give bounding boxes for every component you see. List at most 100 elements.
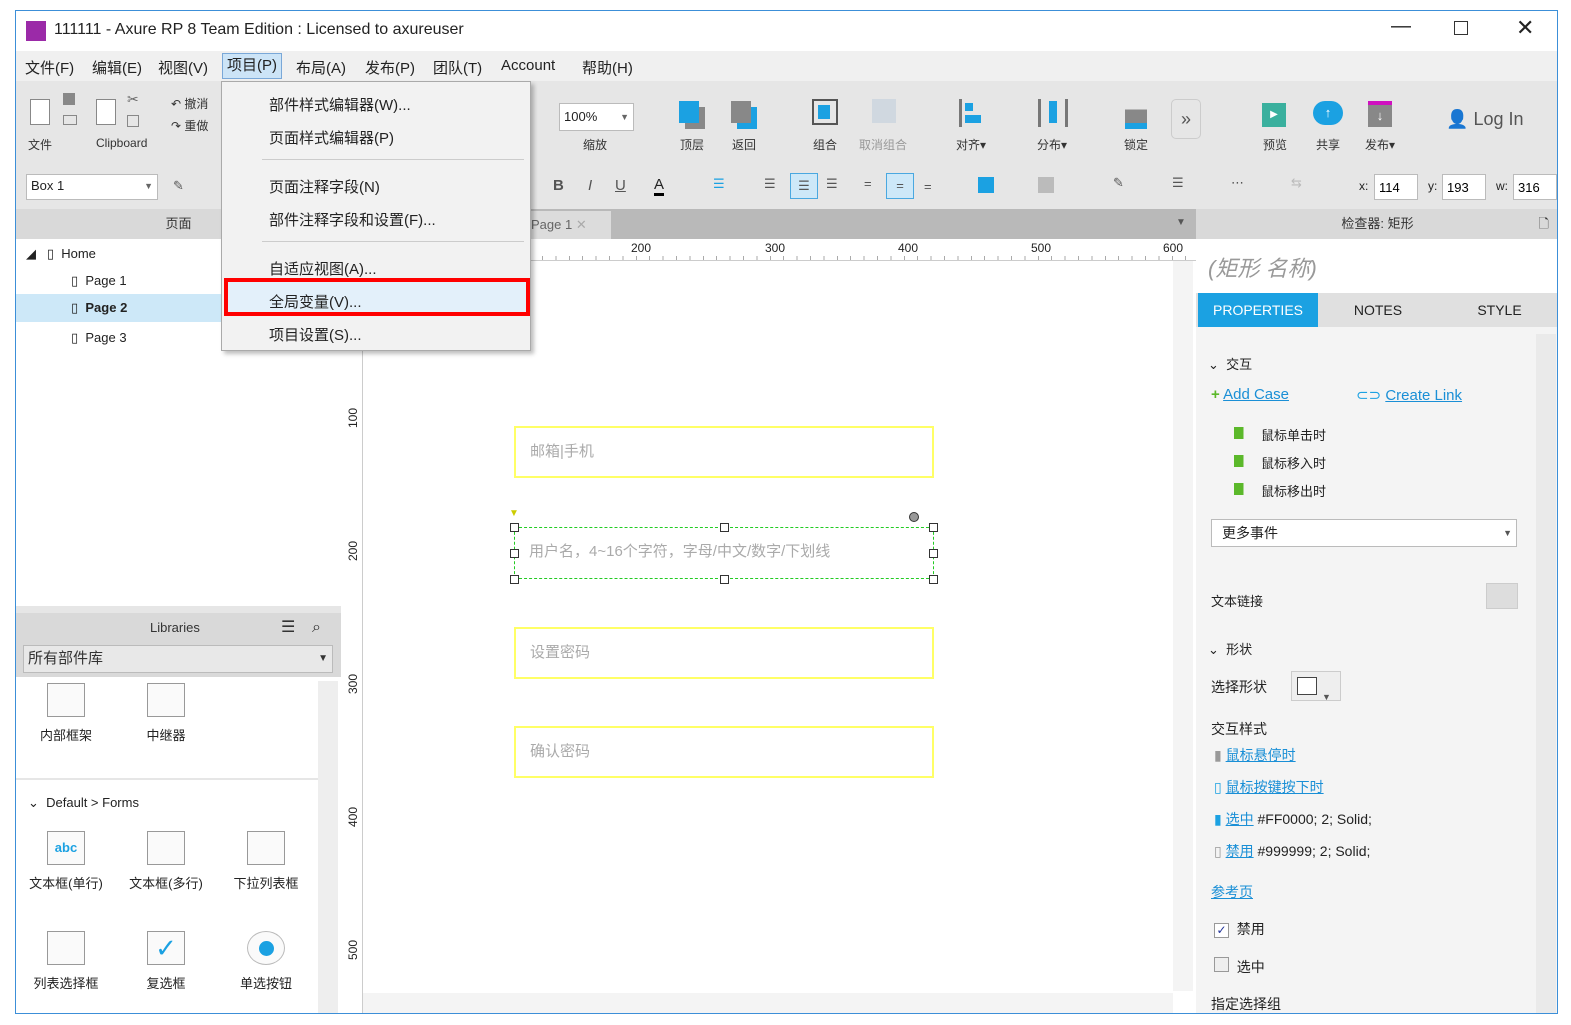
x-input[interactable] [1374,174,1418,200]
publish-icon[interactable]: ↓ [1368,101,1392,127]
bold-button[interactable]: B [553,177,564,194]
canvas-vertical-scrollbar[interactable] [1173,261,1193,991]
menu-item-global-variables[interactable]: 全局变量(V)... [269,291,362,312]
cut-icon[interactable]: ✂ [127,91,139,108]
shape-picker[interactable]: ▼ [1291,671,1341,702]
align-icon[interactable] [959,99,962,127]
event-onmouseenter[interactable]: 鼠标移入时 [1261,453,1326,472]
page-icon[interactable]: 🗋 [1539,209,1549,239]
resize-handle[interactable] [929,549,938,558]
shadow-button[interactable] [1038,177,1054,193]
resize-handle[interactable] [510,523,519,532]
selected-checkbox[interactable]: 选中 [1214,957,1265,977]
page-tree-item-page3[interactable]: ▯ Page 3 [71,330,127,346]
y-input[interactable] [1442,174,1486,200]
library-section-forms[interactable]: ⌄ Default > Forms [28,795,139,811]
menu-help[interactable]: 帮助(H) [582,57,633,78]
menu-item-page-style-editor[interactable]: 页面样式编辑器(P) [269,127,394,148]
library-item-repeater[interactable]: 中继器 [121,683,211,744]
shape-name-input[interactable]: (矩形 名称) [1196,239,1557,293]
zoom-select[interactable]: 100% ▼ [559,103,634,131]
login-button[interactable]: 👤 Log In [1446,109,1523,130]
line-style-button[interactable]: ⋯ [1231,175,1244,191]
share-cloud-icon[interactable]: ↑ [1313,101,1343,125]
resize-handle[interactable] [720,523,729,532]
tab-list-dropdown[interactable]: ▼ [1176,217,1186,228]
close-tab-icon[interactable]: ✕ [576,217,587,232]
inspector-scrollbar[interactable] [1536,334,1556,1013]
event-onmouseout[interactable]: 鼠标移出时 [1261,481,1326,500]
bring-to-front-icon[interactable] [679,101,699,123]
menu-item-widget-style-editor[interactable]: 部件样式编辑器(W)... [269,94,411,115]
align-left-icon[interactable]: ☰ [764,176,776,192]
menu-item-widget-note-fields[interactable]: 部件注释字段和设置(F)... [269,209,436,230]
align-center-icon[interactable]: ☰ [790,173,818,199]
valign-bottom-icon[interactable]: = [924,179,932,194]
style-mousedown[interactable]: ▯ 鼠标按键按下时 [1214,777,1324,797]
menu-file[interactable]: 文件(F) [25,57,74,78]
canvas-horizontal-scrollbar[interactable] [363,993,1173,1013]
lock-icon[interactable] [1125,99,1147,129]
corner-radius-handle[interactable]: ▼ [509,508,519,519]
confirm-password-box[interactable]: 确认密码 [514,726,934,778]
page-tree-item-page1[interactable]: ▯ Page 1 [71,273,127,289]
menu-item-project-settings[interactable]: 项目设置(S)... [269,324,362,345]
page-tree-item-home[interactable]: ◢ ▯ Home [26,246,96,262]
preview-icon[interactable]: ▶ [1262,103,1286,127]
library-item-checkbox[interactable]: ✓ 复选框 [121,931,211,992]
tab-properties[interactable]: PROPERTIES [1198,293,1318,327]
w-input[interactable] [1513,174,1557,200]
new-file-icon[interactable] [30,99,50,125]
style-disabled[interactable]: ▯ 禁用 #999999; 2; Solid; [1214,841,1370,861]
library-item-radio[interactable]: 单选按钮 [221,931,311,992]
page-tree-item-page2[interactable]: ▯ Page 2 [16,294,221,322]
menu-team[interactable]: 团队(T) [433,57,482,78]
reference-page-link[interactable]: 参考页 [1211,882,1253,902]
resize-handle[interactable] [510,575,519,584]
menu-item-page-note-fields[interactable]: 页面注释字段(N) [269,176,380,197]
rotate-handle[interactable] [909,512,919,522]
line-width-button[interactable]: ☰ [1172,175,1184,191]
library-item-textarea[interactable]: 文本框(多行) [121,831,211,892]
align-right-icon[interactable]: ☰ [826,176,838,192]
arrow-style-button[interactable]: ⇆ [1291,175,1302,191]
distribute-label[interactable]: 分布▾ [1037,136,1067,153]
maximize-button[interactable] [1454,21,1468,35]
valign-top-icon[interactable]: = [864,176,872,191]
text-link-button[interactable] [1486,583,1518,609]
resize-handle[interactable] [720,575,729,584]
ungroup-icon[interactable] [872,99,896,123]
underline-button[interactable]: U [615,177,626,194]
event-onclick[interactable]: 鼠标单击时 [1261,425,1326,444]
library-item-listbox[interactable]: 列表选择框 [21,931,111,992]
publish-label[interactable]: 发布▾ [1365,136,1395,153]
library-scrollbar[interactable] [318,681,338,1013]
tab-page-1[interactable]: Page 1 ✕ [521,211,611,239]
disabled-checkbox[interactable]: ✓ 禁用 [1214,919,1265,939]
resize-handle[interactable] [510,549,519,558]
save-icon[interactable] [63,93,75,105]
shape-section[interactable]: ⌄ 形状 [1208,639,1252,658]
menu-account[interactable]: Account [501,57,555,74]
menu-view[interactable]: 视图(V) [158,57,208,78]
fill-color-button[interactable] [978,177,994,193]
tab-style[interactable]: STYLE [1440,293,1557,327]
distribute-icon[interactable] [1038,99,1068,127]
menu-item-adaptive-views[interactable]: 自适应视图(A)... [269,258,377,279]
library-select[interactable]: 所有部件库 ▼ [23,645,333,673]
send-to-back-icon[interactable] [731,101,751,123]
email-phone-box[interactable]: 邮箱|手机 [514,426,934,478]
interaction-section[interactable]: ⌄ 交互 [1208,354,1252,373]
style-hover[interactable]: ▮ 鼠标悬停时 [1214,745,1296,765]
add-case-link[interactable]: + Add Case [1211,386,1289,403]
menu-edit[interactable]: 编辑(E) [92,57,142,78]
library-item-droplist[interactable]: 下拉列表框 [221,831,311,892]
align-label[interactable]: 对齐▾ [956,136,986,153]
library-item-inline-frame[interactable]: 内部框架 [21,683,111,744]
library-menu-icon[interactable]: ☰ [281,613,295,643]
minimize-button[interactable]: — [1391,15,1411,38]
widget-note-icon[interactable]: ✎ [173,178,184,194]
paste-icon[interactable] [96,99,116,125]
resize-handle[interactable] [929,575,938,584]
copy-icon[interactable] [127,115,139,127]
